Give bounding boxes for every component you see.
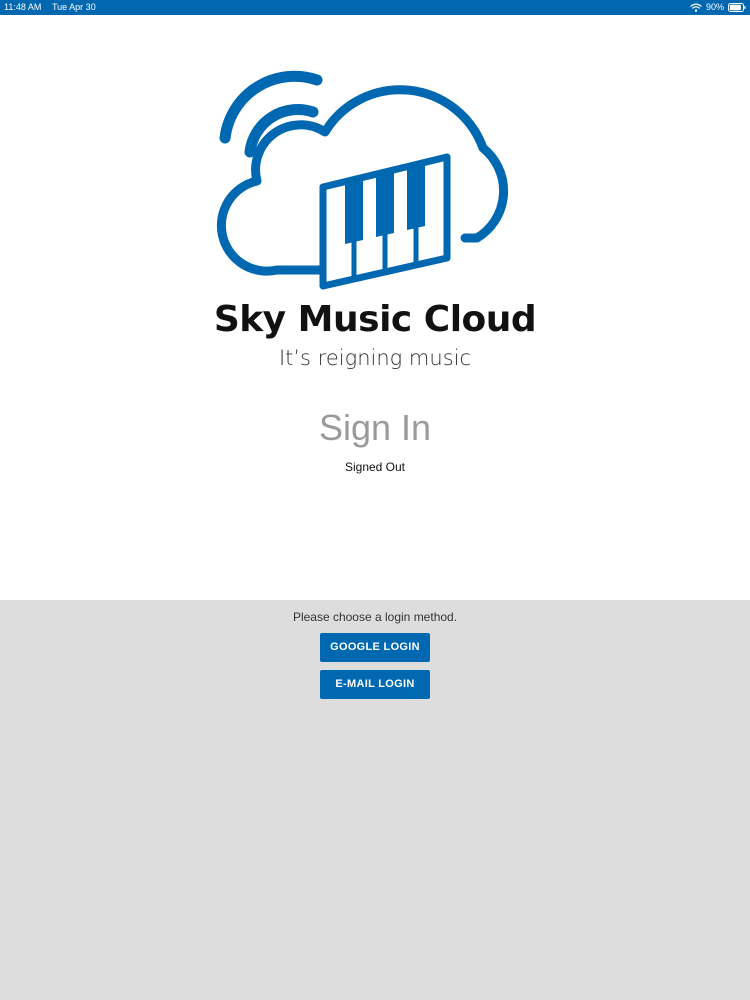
brand-tagline: It’s reigning music bbox=[278, 346, 472, 370]
google-login-button[interactable]: GOOGLE LOGIN bbox=[320, 633, 430, 662]
status-date: Tue Apr 30 bbox=[52, 2, 96, 12]
battery-icon bbox=[728, 3, 746, 12]
brand-name: Sky Music Cloud bbox=[213, 299, 537, 340]
battery-percentage: 90% bbox=[705, 2, 724, 12]
status-bar: 11:48 AM Tue Apr 30 90% bbox=[0, 0, 750, 15]
battery-fill bbox=[729, 4, 741, 11]
status-indicators: 90% bbox=[690, 0, 746, 15]
cloud-piano-logo-icon bbox=[215, 60, 535, 290]
branding-section: Sky Music Cloud It’s reigning music Sign… bbox=[0, 15, 750, 600]
sign-in-heading: Sign In bbox=[318, 407, 432, 448]
login-panel: Please choose a login method. GOOGLE LOG… bbox=[0, 600, 750, 1000]
status-time: 11:48 AM bbox=[4, 2, 42, 12]
login-prompt: Please choose a login method. bbox=[292, 610, 458, 624]
wifi-icon bbox=[690, 3, 702, 12]
email-login-button[interactable]: E-MAIL LOGIN bbox=[320, 670, 430, 699]
auth-status-text: Signed Out bbox=[344, 460, 406, 474]
